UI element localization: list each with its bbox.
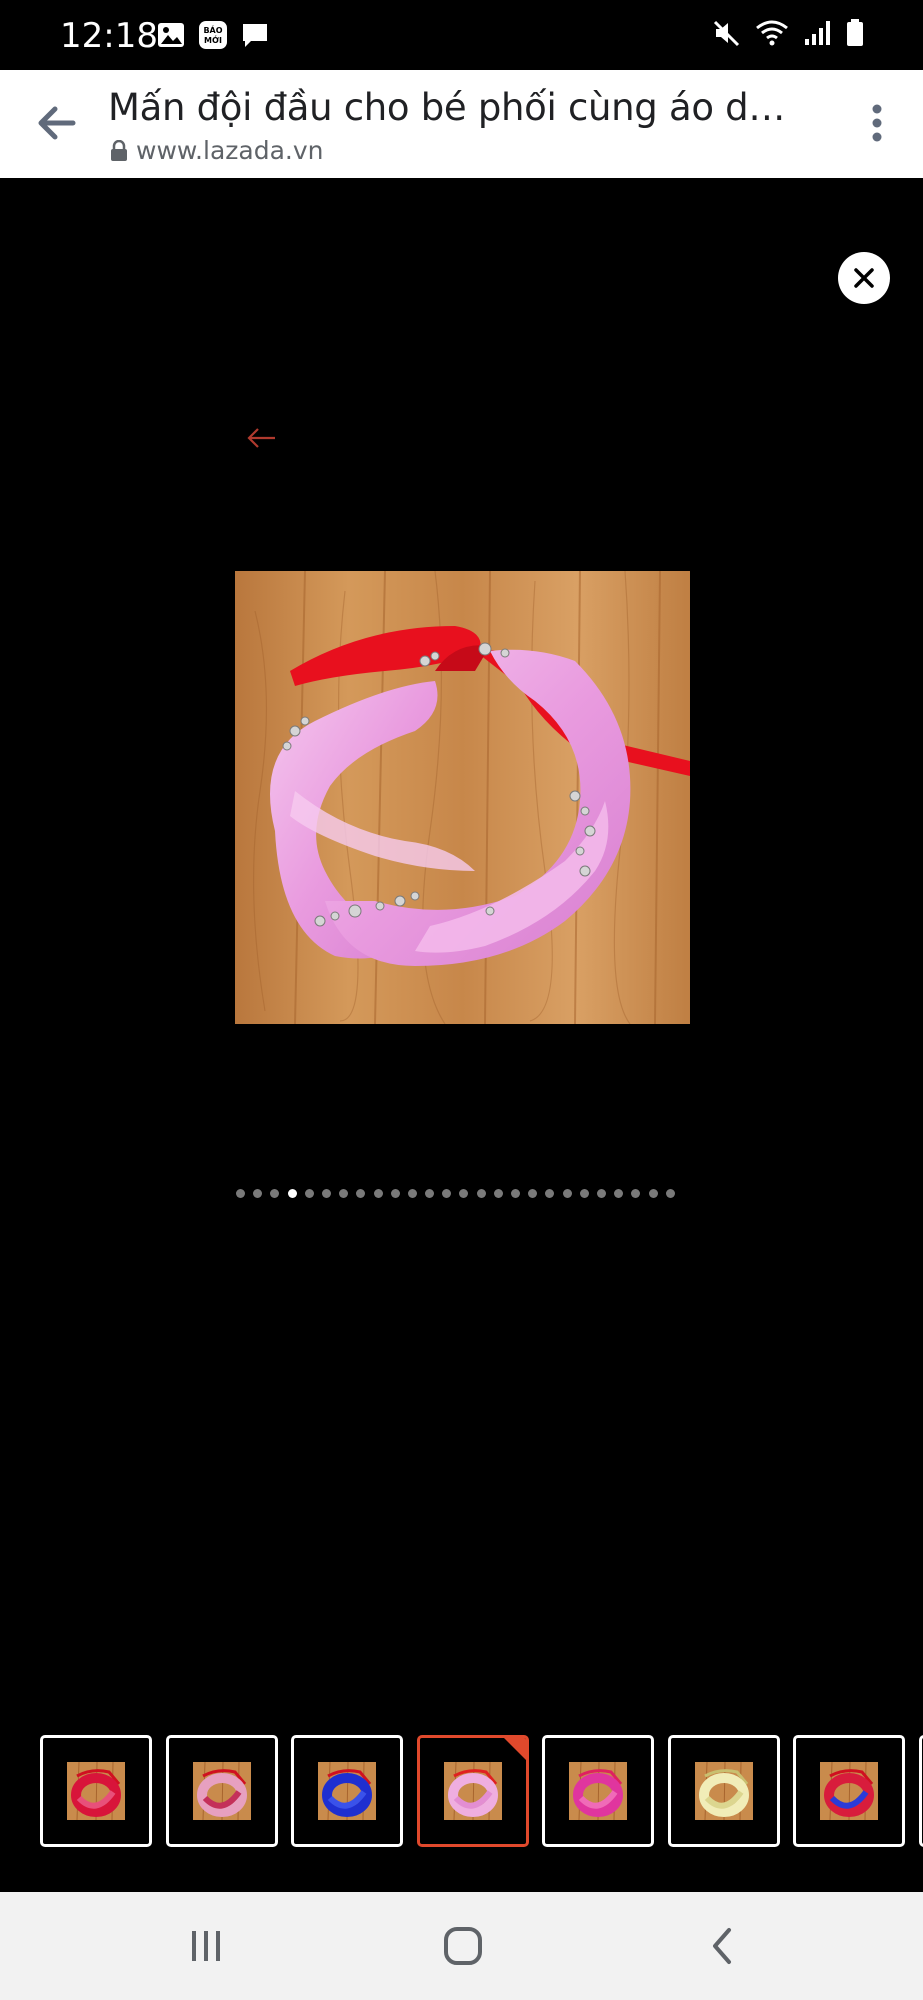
thumbnail-image	[443, 1762, 502, 1820]
thumbnail-image	[569, 1762, 627, 1820]
pagination-dot[interactable]	[253, 1188, 263, 1198]
pagination-dot[interactable]	[339, 1188, 349, 1198]
pagination-dot[interactable]	[579, 1188, 589, 1198]
svg-text:MỚI: MỚI	[204, 34, 222, 45]
pagination-dot[interactable]	[648, 1188, 658, 1198]
status-right-icons	[711, 18, 865, 48]
system-navigation-bar	[0, 1892, 923, 2000]
pagination-dot[interactable]	[614, 1188, 624, 1198]
pagination-dot[interactable]	[631, 1188, 641, 1198]
thumbnail-strip	[40, 1735, 923, 1847]
pagination-dot[interactable]	[287, 1188, 297, 1198]
pagination-dot[interactable]	[407, 1188, 417, 1198]
pagination-dot[interactable]	[321, 1188, 331, 1198]
thumb-red-blue[interactable]	[793, 1735, 905, 1847]
browser-toolbar: Mấn đội đầu cho bé phối cùng áo dài... w…	[0, 70, 923, 178]
pagination-dot[interactable]	[562, 1188, 572, 1198]
thumbnail-image	[192, 1762, 251, 1820]
pagination-dot[interactable]	[425, 1188, 435, 1198]
pagination-dot[interactable]	[511, 1188, 520, 1198]
page-url: www.lazada.vn	[136, 136, 324, 165]
recent-apps-button[interactable]	[176, 1918, 236, 1974]
mute-icon	[713, 20, 740, 47]
pagination-dot[interactable]	[442, 1188, 452, 1198]
message-icon	[243, 24, 267, 47]
pagination-dot[interactable]	[476, 1188, 486, 1198]
pagination-dot[interactable]	[373, 1188, 383, 1198]
thumb-next-partial[interactable]	[918, 1735, 923, 1847]
bao-moi-icon: BÁO MỚI	[199, 21, 227, 49]
image-icon	[158, 23, 184, 47]
more-vertical-icon	[872, 104, 882, 142]
thumb-pink-striped[interactable]	[165, 1735, 278, 1847]
pagination-dot[interactable]	[236, 1188, 245, 1198]
pagination-dot[interactable]	[493, 1188, 503, 1198]
pagination-dot[interactable]	[356, 1188, 366, 1198]
close-viewer-button[interactable]	[838, 252, 890, 304]
previous-image-arrow-icon[interactable]	[246, 426, 278, 450]
bao-moi-label: BÁO	[203, 24, 222, 35]
status-bar: 12:18 BÁO MỚI	[0, 0, 923, 70]
home-icon	[444, 1927, 482, 1965]
recent-apps-icon	[192, 1931, 220, 1961]
image-viewer	[0, 178, 923, 1892]
signal-icon	[805, 21, 830, 45]
pagination-dot[interactable]	[459, 1188, 469, 1198]
wifi-icon	[756, 20, 788, 46]
thumb-light-pink[interactable]	[416, 1735, 529, 1847]
pagination-dot[interactable]	[596, 1188, 606, 1198]
thumbnail-image	[820, 1762, 878, 1820]
product-photo	[235, 571, 690, 1024]
battery-icon	[847, 19, 863, 46]
pagination-dot[interactable]	[390, 1188, 400, 1198]
url-row: www.lazada.vn	[110, 136, 323, 165]
browser-back-button[interactable]	[28, 94, 86, 152]
more-options-button[interactable]	[847, 92, 907, 154]
pagination-dot[interactable]	[545, 1188, 555, 1198]
chevron-left-icon	[713, 1928, 731, 1964]
selected-corner-marker	[503, 1738, 526, 1760]
thumbnail-image	[318, 1762, 376, 1820]
pagination-dot[interactable]	[304, 1188, 314, 1198]
lock-icon	[111, 139, 127, 161]
status-time: 12:18	[60, 16, 158, 56]
thumbnail-image	[67, 1762, 125, 1820]
thumb-magenta[interactable]	[542, 1735, 654, 1847]
product-image[interactable]	[235, 571, 690, 1024]
pagination-dot[interactable]	[528, 1188, 538, 1198]
thumb-cream[interactable]	[667, 1735, 780, 1847]
page-title: Mấn đội đầu cho bé phối cùng áo dài...	[108, 86, 788, 129]
home-button[interactable]	[433, 1918, 493, 1974]
close-icon	[854, 268, 874, 288]
status-left-icons: BÁO MỚI	[156, 20, 270, 50]
pagination-dot[interactable]	[270, 1188, 280, 1198]
arrow-left-icon	[38, 106, 76, 140]
thumb-blue[interactable]	[291, 1735, 403, 1847]
image-pagination-dots	[236, 1187, 675, 1199]
pagination-dot[interactable]	[665, 1188, 675, 1198]
thumbnail-image	[694, 1762, 753, 1820]
thumb-red[interactable]	[40, 1735, 152, 1847]
system-back-button[interactable]	[692, 1918, 752, 1974]
